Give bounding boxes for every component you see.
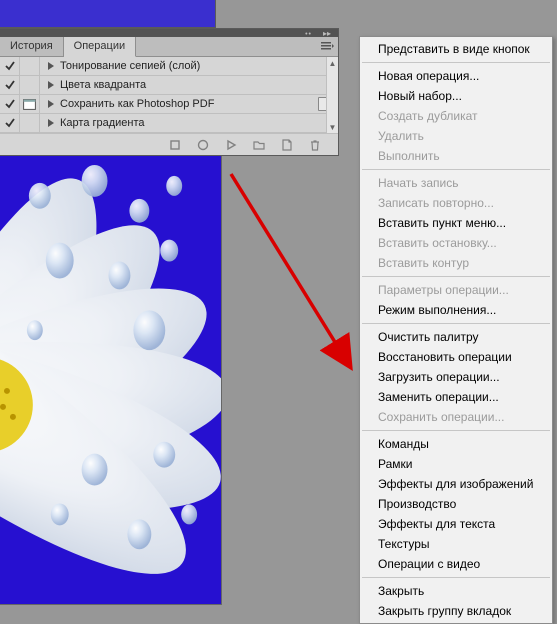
annotation-arrow xyxy=(225,168,365,378)
scroll-down-icon[interactable]: ▼ xyxy=(327,121,338,133)
document-window-fragment xyxy=(0,0,216,28)
panel-footer xyxy=(0,133,338,155)
menu-production[interactable]: Производство xyxy=(360,494,552,514)
document-canvas xyxy=(0,155,222,605)
menu-image-effects[interactable]: Эффекты для изображений xyxy=(360,474,552,494)
action-row[interactable]: Карта градиента xyxy=(0,114,338,133)
menu-load-actions[interactable]: Загрузить операции... xyxy=(360,367,552,387)
menu-insert-menu-item[interactable]: Вставить пункт меню... xyxy=(360,213,552,233)
action-label: Цвета квадранта xyxy=(60,79,338,91)
toggle-enabled[interactable] xyxy=(0,57,20,75)
menu-reset-actions[interactable]: Восстановить операции xyxy=(360,347,552,367)
action-label: Карта градиента xyxy=(60,117,338,129)
action-label: Сохранить как Photoshop PDF xyxy=(60,98,318,110)
action-label: Тонирование сепией (слой) xyxy=(60,60,338,72)
toggle-enabled[interactable] xyxy=(0,114,20,132)
panel-menu-button[interactable] xyxy=(320,40,334,52)
collapse-icon[interactable]: ▸▸ xyxy=(320,29,334,37)
menu-insert-path: Вставить контур xyxy=(360,253,552,273)
actions-list: Тонирование сепией (слой) Цвета квадранта… xyxy=(0,57,338,133)
tab-history[interactable]: История xyxy=(0,37,64,56)
toggle-dialog[interactable] xyxy=(20,95,40,113)
panel-context-menu: Представить в виде кнопок Новая операция… xyxy=(359,36,553,624)
menu-textures[interactable]: Текстуры xyxy=(360,534,552,554)
toggle-dialog[interactable] xyxy=(20,114,40,132)
menu-duplicate: Создать дубликат xyxy=(360,106,552,126)
disclosure-triangle-icon[interactable] xyxy=(48,119,54,127)
menu-play: Выполнить xyxy=(360,146,552,166)
scroll-up-icon[interactable]: ▲ xyxy=(327,57,338,69)
menu-close-tab-group[interactable]: Закрыть группу вкладок xyxy=(360,601,552,621)
toggle-enabled[interactable] xyxy=(0,76,20,94)
menu-button-mode[interactable]: Представить в виде кнопок xyxy=(360,39,552,59)
actions-panel: •• ▸▸ История Операции Тонирование сепие… xyxy=(0,28,339,156)
trash-icon[interactable] xyxy=(308,138,322,152)
scrollbar[interactable]: ▲ ▼ xyxy=(326,57,338,133)
disclosure-triangle-icon[interactable] xyxy=(48,81,54,89)
menu-save-actions: Сохранить операции... xyxy=(360,407,552,427)
record-icon[interactable] xyxy=(196,138,210,152)
menu-start-recording: Начать запись xyxy=(360,173,552,193)
disclosure-triangle-icon[interactable] xyxy=(48,100,54,108)
toggle-dialog[interactable] xyxy=(20,76,40,94)
menu-new-set[interactable]: Новый набор... xyxy=(360,86,552,106)
menu-text-effects[interactable]: Эффекты для текста xyxy=(360,514,552,534)
stop-icon[interactable] xyxy=(168,138,182,152)
panel-drag-bar[interactable]: •• ▸▸ xyxy=(0,29,338,37)
new-action-icon[interactable] xyxy=(280,138,294,152)
menu-close[interactable]: Закрыть xyxy=(360,581,552,601)
action-row[interactable]: Сохранить как Photoshop PDF xyxy=(0,95,338,114)
disclosure-triangle-icon[interactable] xyxy=(48,62,54,70)
menu-clear-palette[interactable]: Очистить палитру xyxy=(360,327,552,347)
menu-delete: Удалить xyxy=(360,126,552,146)
toggle-enabled[interactable] xyxy=(0,95,20,113)
toggle-dialog[interactable] xyxy=(20,57,40,75)
menu-new-action[interactable]: Новая операция... xyxy=(360,66,552,86)
menu-replace-actions[interactable]: Заменить операции... xyxy=(360,387,552,407)
menu-commands[interactable]: Команды xyxy=(360,434,552,454)
tab-actions[interactable]: Операции xyxy=(64,37,136,57)
menu-record-again: Записать повторно... xyxy=(360,193,552,213)
menu-playback-options[interactable]: Режим выполнения... xyxy=(360,300,552,320)
action-row[interactable]: Тонирование сепией (слой) xyxy=(0,57,338,76)
menu-video-actions[interactable]: Операции с видео xyxy=(360,554,552,574)
menu-insert-stop: Вставить остановку... xyxy=(360,233,552,253)
menu-frames[interactable]: Рамки xyxy=(360,454,552,474)
new-set-icon[interactable] xyxy=(252,138,266,152)
panel-tabs: История Операции xyxy=(0,37,338,57)
play-icon[interactable] xyxy=(224,138,238,152)
action-row[interactable]: Цвета квадранта xyxy=(0,76,338,95)
menu-action-options: Параметры операции... xyxy=(360,280,552,300)
